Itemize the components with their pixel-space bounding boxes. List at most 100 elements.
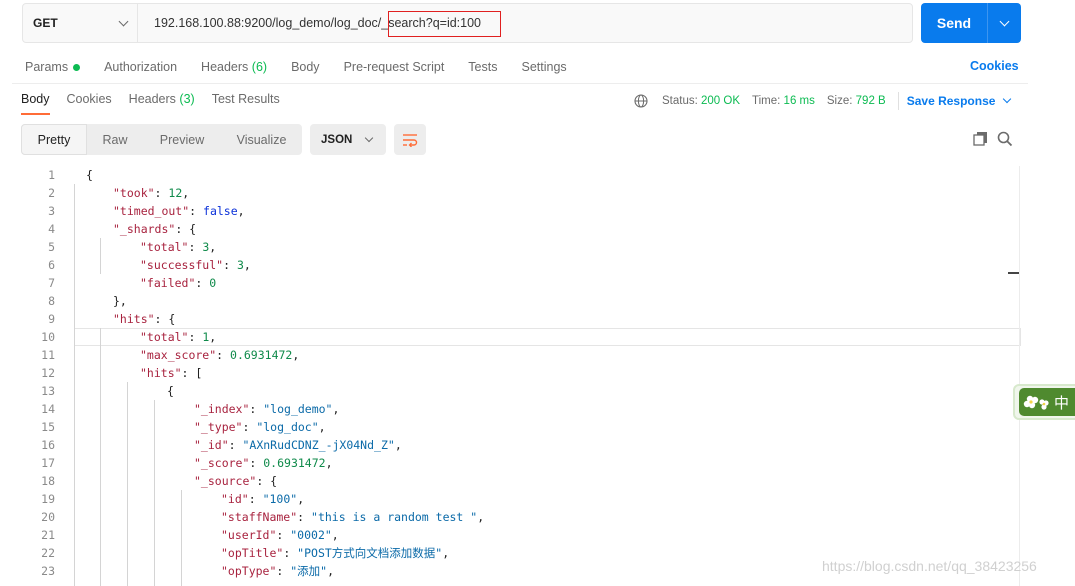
code-line: 18 "_source": {	[12, 472, 1021, 490]
view-preview[interactable]: Preview	[143, 124, 221, 155]
code-line: 12 "hits": [	[12, 364, 1021, 382]
cookies-link[interactable]: Cookies	[970, 59, 1019, 73]
line-number: 8	[48, 294, 55, 308]
code-token: "hits"	[140, 366, 182, 380]
code-text: "opType": "添加",	[221, 562, 334, 580]
code-line: 17 "_score": 0.6931472,	[12, 454, 1021, 472]
ime-widget[interactable]: 中	[1013, 384, 1075, 420]
url-input[interactable]: 192.168.100.88:9200/log_demo/log_doc/_se…	[138, 4, 912, 42]
code-token: ,	[331, 528, 339, 542]
response-tab-cookies[interactable]: Cookies	[67, 92, 112, 106]
code-text: "userId": "0002",	[221, 526, 339, 544]
tab-params[interactable]: Params	[25, 58, 81, 76]
code-token: :	[297, 510, 312, 524]
send-options-button[interactable]	[987, 3, 1021, 43]
code-token: "successful"	[140, 258, 224, 272]
code-line: 3 "timed_out": false,	[12, 202, 1021, 220]
code-text: "took": 12,	[113, 184, 189, 202]
code-text: },	[113, 292, 127, 310]
line-number: 4	[48, 222, 55, 236]
code-text: "total": 3,	[140, 238, 216, 256]
code-token: : {	[175, 222, 197, 236]
code-line: 10 "total": 1,	[12, 328, 1021, 346]
code-token: "total"	[140, 240, 189, 254]
code-token: "_id"	[194, 438, 229, 452]
chevron-down-icon	[1003, 94, 1012, 104]
code-token: "opType"	[221, 564, 277, 578]
tab-headers[interactable]: Headers (6)	[201, 58, 267, 76]
code-line: 20 "staffName": "this is a random test ",	[12, 508, 1021, 526]
response-tab-body[interactable]: Body	[21, 92, 50, 106]
status-divider	[897, 92, 899, 110]
response-tab-test-results[interactable]: Test Results	[212, 92, 280, 106]
line-number: 9	[48, 312, 55, 326]
search-icon[interactable]	[997, 131, 1013, 147]
code-line: 21 "userId": "0002",	[12, 526, 1021, 544]
method-select[interactable]: GET	[23, 4, 138, 42]
code-token: "_index"	[194, 402, 250, 416]
chevron-down-icon	[364, 133, 374, 142]
line-number: 19	[41, 492, 55, 506]
response-headers-count: (3)	[179, 92, 195, 106]
tab-tests[interactable]: Tests	[468, 58, 497, 76]
code-token: "0002"	[290, 528, 332, 542]
code-text: "staffName": "this is a random test ",	[221, 508, 484, 526]
params-indicator-dot	[73, 63, 81, 71]
copy-icon[interactable]	[973, 131, 988, 146]
code-line: 7 "failed": 0	[12, 274, 1021, 292]
code-text: "total": 1,	[140, 328, 216, 346]
view-visualize[interactable]: Visualize	[221, 124, 302, 155]
code-token: :	[249, 402, 264, 416]
line-number: 21	[41, 528, 55, 542]
code-token: ,	[237, 204, 245, 218]
request-tabs: Params Authorization Headers (6) Body Pr…	[25, 58, 591, 76]
send-label: Send	[936, 15, 972, 31]
tab-settings[interactable]: Settings	[521, 58, 566, 76]
ime-widget-body: 中	[1019, 388, 1075, 416]
code-token: "添加"	[290, 564, 328, 578]
line-number: 10	[41, 330, 55, 344]
response-body-editor[interactable]: 1{2 "took": 12, 3 "timed_out": false, 4 "_sha…	[12, 166, 1021, 586]
code-text: "_score": 0.6931472,	[194, 454, 333, 472]
tab-pre-request-script[interactable]: Pre-request Script	[344, 58, 445, 76]
ime-widget-label: 中	[1054, 393, 1070, 412]
code-token: "AXnRudCDNZ_-jX04Nd_Z"	[242, 438, 395, 452]
save-response-button[interactable]: Save Response	[907, 94, 1012, 108]
view-pretty[interactable]: Pretty	[21, 124, 87, 155]
line-number: 16	[41, 438, 55, 452]
code-text: "id": "100",	[221, 490, 304, 508]
code-token: "max_score"	[140, 348, 217, 362]
tab-authorization[interactable]: Authorization	[104, 58, 177, 76]
tab-body[interactable]: Body	[291, 58, 320, 76]
code-line: 16 "_id": "AXnRudCDNZ_-jX04Nd_Z",	[12, 436, 1021, 454]
code-token: :	[248, 492, 263, 506]
code-token: "userId"	[221, 528, 277, 542]
code-token: :	[242, 420, 257, 434]
code-line: 6 "successful": 3,	[12, 256, 1021, 274]
line-number: 11	[41, 348, 55, 362]
line-number: 17	[41, 456, 55, 470]
code-token: {	[86, 168, 93, 182]
line-number: 12	[41, 366, 55, 380]
code-line: 15 "_type": "log_doc",	[12, 418, 1021, 436]
globe-icon[interactable]	[634, 94, 648, 108]
chevron-down-icon	[118, 16, 129, 26]
code-token: false	[203, 204, 238, 218]
code-text: {	[86, 166, 93, 184]
code-token: "_type"	[194, 420, 243, 434]
wrap-lines-button[interactable]	[394, 124, 426, 155]
send-button[interactable]: Send	[921, 3, 1021, 43]
view-raw[interactable]: Raw	[87, 124, 143, 155]
response-tab-headers[interactable]: Headers (3)	[129, 92, 195, 106]
code-line: 13 {	[12, 382, 1021, 400]
code-line: 9 "hits": {	[12, 310, 1021, 328]
format-select[interactable]: JSON	[310, 124, 386, 155]
code-token: "100"	[262, 492, 298, 506]
method-label: GET	[33, 16, 58, 30]
code-token: "_source"	[194, 474, 257, 488]
response-status: Status: 200 OK Time: 16 ms Size: 792 B S…	[634, 92, 1012, 110]
code-token: :	[216, 348, 231, 362]
code-token: "failed"	[140, 276, 196, 290]
status-code: Status: 200 OK	[662, 95, 741, 107]
code-token: :	[189, 204, 204, 218]
